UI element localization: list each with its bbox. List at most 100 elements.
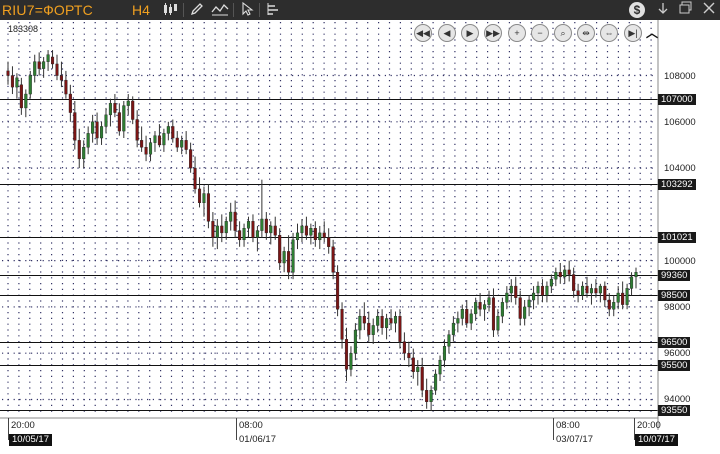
- candle-body-down: [171, 126, 175, 139]
- candle-body-down: [540, 285, 545, 296]
- candle: [184, 131, 188, 155]
- settings-bars-icon[interactable]: [264, 1, 282, 19]
- candle: [371, 318, 375, 344]
- download-icon[interactable]: [654, 1, 672, 19]
- candle-body-down: [380, 315, 384, 328]
- candle-body-down: [135, 119, 139, 141]
- indicator-icon[interactable]: [211, 1, 229, 19]
- candle-body-up: [447, 334, 451, 347]
- level-price-badge[interactable]: 95500: [658, 360, 691, 371]
- candle-body-down: [344, 339, 349, 370]
- candle-body-down: [37, 61, 41, 69]
- zoom-in-button[interactable]: +: [508, 24, 526, 42]
- scroll-start-button[interactable]: ◀◀: [414, 24, 432, 42]
- instrument-title[interactable]: RIU7=ФОРТС: [2, 0, 93, 20]
- candle-body-down: [273, 225, 277, 236]
- price-tick-label: 94000: [664, 394, 691, 406]
- candle: [447, 330, 451, 354]
- candle: [211, 212, 215, 247]
- level-price-badge[interactable]: 93550: [658, 405, 691, 416]
- candle: [24, 89, 28, 118]
- candle-body-down: [64, 79, 68, 95]
- candle-body-down: [206, 193, 210, 222]
- candle-body-up: [215, 225, 219, 238]
- candle-body-down: [402, 341, 406, 354]
- candle: [603, 281, 607, 307]
- candle-body-down: [331, 246, 335, 273]
- candle-body-up: [442, 346, 447, 361]
- candle: [420, 357, 424, 398]
- level-price-badge[interactable]: 99360: [658, 270, 691, 281]
- candle: [255, 225, 259, 252]
- candle: [514, 276, 518, 305]
- candle-body-down: [278, 234, 282, 264]
- candle: [349, 346, 353, 377]
- candle: [407, 341, 411, 368]
- restore-window-icon[interactable]: [677, 1, 695, 19]
- candlestick-chart[interactable]: [0, 20, 720, 454]
- price-chart-area[interactable]: 183308 ◀◀ ◀ ▶ ▶▶ + − ⌕ ⇹ ⇔ ▶| ︿ 108000 106000 104000…: [0, 20, 720, 454]
- level-price-badge[interactable]: 96500: [658, 337, 691, 348]
- candle-body-up: [483, 304, 487, 310]
- candle: [166, 121, 170, 141]
- timeframe-label[interactable]: H4: [132, 0, 150, 20]
- candle: [523, 299, 527, 326]
- candle-body-down: [197, 188, 202, 204]
- svg-text:$: $: [634, 3, 641, 17]
- level-price-badge[interactable]: 103292: [658, 179, 696, 190]
- time-label: 20:00: [637, 420, 661, 431]
- date-label: 10/05/17: [9, 434, 52, 446]
- candle-body-up: [456, 318, 460, 324]
- candle: [55, 54, 59, 81]
- cursor-icon[interactable]: [238, 1, 256, 19]
- time-label: 08:00: [556, 420, 580, 431]
- expand-button[interactable]: ⇔: [600, 24, 618, 42]
- candle: [469, 309, 473, 331]
- level-price-badge[interactable]: 107000: [658, 94, 696, 105]
- scroll-back-button[interactable]: ◀: [438, 24, 456, 42]
- horizontal-level-lines: [0, 99, 658, 411]
- candles-icon[interactable]: [161, 1, 179, 19]
- candle-body-up: [429, 390, 433, 403]
- candle: [15, 73, 19, 99]
- candle: [465, 299, 469, 328]
- pen-icon[interactable]: [188, 1, 206, 19]
- scroll-end-button[interactable]: ▶▶: [484, 24, 502, 42]
- candle: [37, 52, 41, 76]
- candle-body-down: [233, 211, 237, 231]
- zoom-fit-button[interactable]: ⌕: [554, 24, 572, 42]
- candle: [532, 286, 536, 310]
- candle-body-down: [327, 237, 331, 247]
- candle-body-up: [224, 221, 228, 234]
- zoom-out-button[interactable]: −: [531, 24, 549, 42]
- scroll-forward-button[interactable]: ▶: [461, 24, 479, 42]
- candle: [224, 216, 228, 240]
- level-price-badge[interactable]: 98500: [658, 290, 691, 301]
- candle-body-up: [246, 221, 251, 229]
- candle: [86, 126, 90, 155]
- candle: [353, 323, 357, 361]
- candle: [429, 385, 433, 412]
- candle-body-down: [95, 121, 99, 139]
- candle: [540, 279, 545, 303]
- candle-body-up: [630, 276, 634, 289]
- candle: [589, 283, 593, 305]
- candle: [215, 219, 219, 250]
- candle-body-up: [46, 54, 50, 62]
- level-price-badge[interactable]: 101021: [658, 232, 696, 243]
- candle-body-up: [353, 329, 357, 354]
- candle: [487, 290, 491, 312]
- dollar-icon[interactable]: $: [628, 1, 646, 19]
- candle-body-down: [558, 272, 562, 278]
- close-icon[interactable]: [700, 1, 718, 19]
- scroll-last-button[interactable]: ▶|: [624, 24, 642, 42]
- candle: [238, 221, 242, 247]
- candle-body-down: [398, 315, 402, 342]
- candle: [527, 295, 531, 317]
- candle-body-down: [572, 274, 576, 291]
- candle: [367, 311, 371, 342]
- compress-button[interactable]: ⇹: [577, 24, 595, 42]
- candle-body-down: [55, 63, 59, 76]
- collapse-button[interactable]: ︿: [646, 24, 658, 41]
- candle-body-down: [367, 322, 371, 335]
